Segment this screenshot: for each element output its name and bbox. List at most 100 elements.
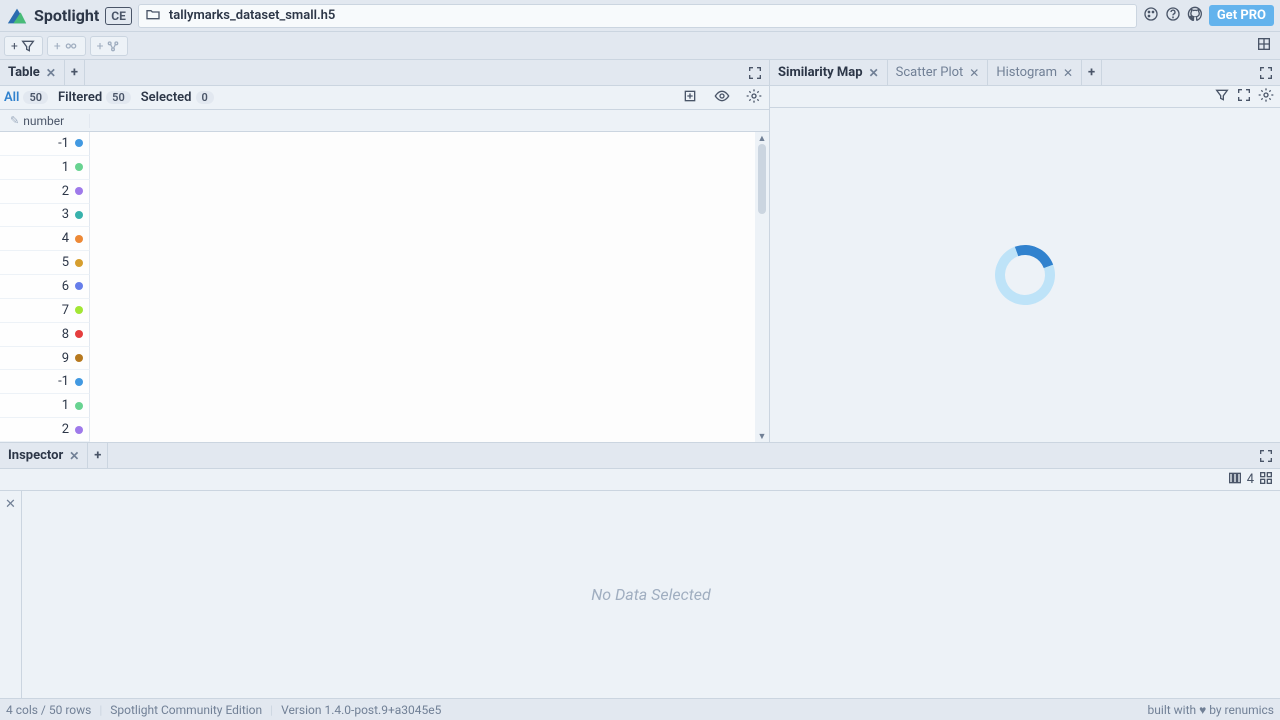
- table-row[interactable]: -1: [0, 132, 90, 156]
- table-row[interactable]: 7: [0, 299, 90, 323]
- add-link-button[interactable]: +: [47, 36, 86, 56]
- category-dot-icon: [75, 259, 83, 267]
- tab-scatter-plot[interactable]: Scatter Plot ✕: [888, 60, 989, 85]
- filter-selected[interactable]: Selected 0: [141, 90, 214, 105]
- maximize-icon[interactable]: [741, 60, 769, 85]
- table-column-header: ✎ number: [0, 110, 769, 132]
- inspector-pane: Inspector ✕ + 4 ✕ No Data Selected: [0, 442, 1280, 698]
- add-tab-button[interactable]: +: [88, 443, 108, 468]
- category-dot-icon: [75, 211, 83, 219]
- tab-similarity-map[interactable]: Similarity Map✕: [770, 60, 888, 85]
- filter-all-label: All: [4, 90, 19, 105]
- close-icon[interactable]: ✕: [1063, 66, 1073, 80]
- category-dot-icon: [75, 187, 83, 195]
- table-row[interactable]: 8: [0, 323, 90, 347]
- cell-value: 1: [55, 160, 69, 175]
- palette-icon[interactable]: [1143, 6, 1159, 26]
- add-graph-button[interactable]: +: [90, 36, 129, 56]
- filter-all-count: 50: [23, 91, 48, 104]
- table-filter-bar: All 50 Filtered 50 Selected 0: [0, 86, 769, 110]
- column-header-number[interactable]: ✎ number: [0, 114, 90, 128]
- tab-label: Scatter Plot: [896, 65, 964, 80]
- table-scrollbar[interactable]: ▲ ▼: [755, 132, 769, 442]
- plus-icon: +: [11, 39, 18, 53]
- status-shape: 4 cols / 50 rows: [6, 703, 91, 717]
- cell-value: 9: [55, 351, 69, 366]
- tab-inspector[interactable]: Inspector ✕: [0, 443, 88, 468]
- plus-icon: +: [97, 39, 104, 53]
- inspector-body: ✕ No Data Selected: [0, 491, 1280, 698]
- grid-icon[interactable]: [1258, 470, 1274, 490]
- close-icon[interactable]: ✕: [5, 497, 16, 512]
- visibility-icon[interactable]: [711, 88, 733, 108]
- cell-value: -1: [55, 136, 69, 151]
- add-filter-button[interactable]: +: [4, 36, 43, 56]
- add-tab-button[interactable]: +: [65, 60, 85, 85]
- filter-icon[interactable]: [1214, 87, 1230, 107]
- inspector-gutter: ✕: [0, 491, 22, 698]
- filter-selected-label: Selected: [141, 90, 192, 105]
- table-row[interactable]: -1: [0, 370, 90, 394]
- table-empty-area: [90, 132, 755, 442]
- cell-value: 2: [55, 184, 69, 199]
- fit-icon[interactable]: [1236, 87, 1252, 107]
- gear-icon[interactable]: [743, 88, 765, 108]
- category-dot-icon: [75, 282, 83, 290]
- gear-icon[interactable]: [1258, 87, 1274, 107]
- add-tab-button[interactable]: +: [1082, 60, 1102, 85]
- table-row[interactable]: 5: [0, 251, 90, 275]
- help-icon[interactable]: [1165, 6, 1181, 26]
- table-body-wrap: -1 1 2 3 4 5 6 7 8 9 -1 1 2 ▲ ▼: [0, 132, 769, 442]
- category-dot-icon: [75, 306, 83, 314]
- tab-label: Table: [8, 65, 40, 80]
- maximize-icon[interactable]: [1252, 60, 1280, 85]
- add-column-icon[interactable]: [679, 88, 701, 108]
- filter-filtered-count: 50: [106, 91, 131, 104]
- cell-value: -1: [55, 374, 69, 389]
- cell-value: 2: [55, 422, 69, 437]
- inspector-empty-message: No Data Selected: [22, 491, 1280, 698]
- get-pro-button[interactable]: Get PRO: [1209, 5, 1274, 26]
- cell-value: 6: [55, 279, 69, 294]
- table-row[interactable]: 4: [0, 227, 90, 251]
- scroll-thumb[interactable]: [758, 144, 766, 214]
- link-icon: [63, 38, 79, 54]
- close-icon[interactable]: ✕: [46, 66, 56, 80]
- table-row[interactable]: 1: [0, 394, 90, 418]
- inspector-tabstrip: Inspector ✕ +: [0, 443, 1280, 469]
- cell-value: 1: [55, 398, 69, 413]
- filter-all[interactable]: All 50: [4, 90, 48, 105]
- table-row[interactable]: 1: [0, 156, 90, 180]
- maximize-icon[interactable]: [1252, 443, 1280, 468]
- table-row[interactable]: 9: [0, 347, 90, 371]
- cell-value: 7: [55, 303, 69, 318]
- scroll-up-icon[interactable]: ▲: [758, 132, 767, 144]
- columns-icon[interactable]: [1227, 470, 1243, 490]
- close-icon[interactable]: ✕: [869, 66, 879, 80]
- github-icon[interactable]: [1187, 6, 1203, 26]
- table-row[interactable]: 6: [0, 275, 90, 299]
- close-icon[interactable]: ✕: [69, 449, 79, 463]
- table-row[interactable]: 2: [0, 180, 90, 204]
- tab-label: Histogram: [996, 65, 1057, 80]
- close-icon[interactable]: ✕: [969, 66, 979, 80]
- category-dot-icon: [75, 235, 83, 243]
- scroll-track[interactable]: [756, 144, 768, 430]
- file-box[interactable]: tallymarks_dataset_small.h5: [138, 4, 1137, 28]
- tab-histogram[interactable]: Histogram ✕: [988, 60, 1082, 85]
- columns-count: 4: [1247, 472, 1254, 487]
- plus-icon: +: [54, 39, 61, 53]
- table-body: -1 1 2 3 4 5 6 7 8 9 -1 1 2: [0, 132, 90, 442]
- tab-table[interactable]: Table ✕: [0, 60, 65, 85]
- table-row[interactable]: 2: [0, 418, 90, 442]
- filter-filtered[interactable]: Filtered 50: [58, 90, 131, 105]
- pencil-icon: ✎: [10, 114, 19, 127]
- status-bar: 4 cols / 50 rows | Spotlight Community E…: [0, 698, 1280, 720]
- scroll-down-icon[interactable]: ▼: [758, 430, 767, 442]
- layout-icon[interactable]: [1252, 36, 1276, 56]
- status-edition: Spotlight Community Edition: [110, 703, 262, 717]
- table-tabstrip: Table ✕ +: [0, 60, 769, 86]
- table-row[interactable]: 3: [0, 204, 90, 228]
- top-bar: Spotlight CE tallymarks_dataset_small.h5…: [0, 0, 1280, 32]
- cell-value: 4: [55, 231, 69, 246]
